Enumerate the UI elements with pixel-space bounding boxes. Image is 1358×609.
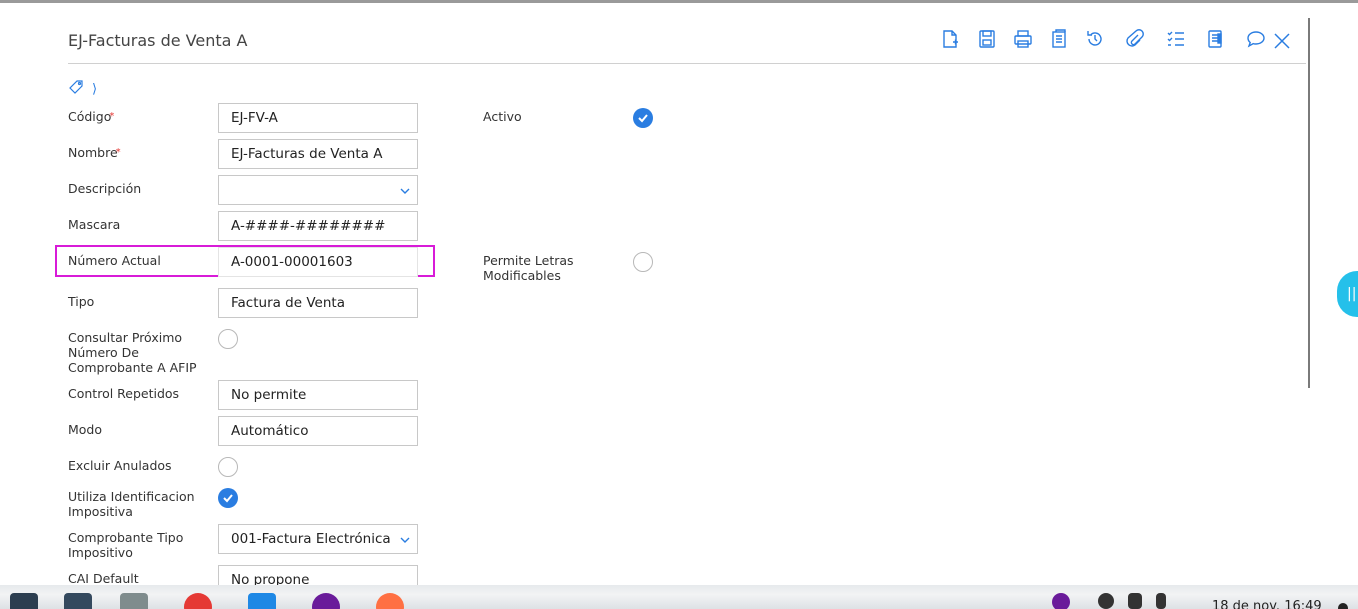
start-menu-icon[interactable]: [10, 593, 38, 609]
chevron-down-icon[interactable]: [399, 534, 411, 546]
new-document-icon[interactable]: [938, 27, 962, 51]
control-repetidos-label: Control Repetidos: [68, 386, 180, 401]
activo-label: Activo: [483, 109, 522, 124]
vertical-scrollbar[interactable]: [1308, 18, 1310, 388]
cai-default-label: CAI Default: [68, 571, 139, 585]
network-icon[interactable]: [1098, 593, 1114, 609]
cai-default-field[interactable]: No propone: [218, 565, 418, 585]
comprobante-tipo-label: Comprobante Tipo Impositivo: [68, 530, 184, 560]
comprobante-tipo-select[interactable]: 001-Factura Electrónica: [218, 524, 418, 554]
nombre-field[interactable]: EJ-Facturas de Venta A: [218, 139, 418, 169]
print-icon[interactable]: [1011, 27, 1035, 51]
chevron-down-icon[interactable]: [399, 185, 411, 197]
tray-app-icon[interactable]: [1052, 593, 1070, 609]
refresh-icon[interactable]: [1083, 27, 1107, 51]
codigo-label: Código*: [68, 109, 115, 124]
modo-field[interactable]: Automático: [218, 416, 418, 446]
clock[interactable]: 18 de nov. 16:49: [1212, 599, 1322, 609]
utiliza-identificacion-checkbox[interactable]: [218, 488, 238, 508]
permite-letras-label: Permite Letras Modificables: [483, 253, 574, 283]
save-icon[interactable]: [975, 27, 999, 51]
title-divider: [68, 63, 1306, 64]
nombre-label: Nombre*: [68, 145, 121, 160]
volume-icon[interactable]: [1128, 593, 1142, 609]
numero-actual-label: Número Actual: [68, 253, 161, 268]
files-icon[interactable]: [120, 593, 148, 609]
consultar-afip-label: Consultar Próximo Número De Comprobante …: [68, 330, 197, 375]
permite-letras-checkbox[interactable]: [633, 252, 653, 272]
close-icon[interactable]: [1270, 29, 1294, 53]
mascara-label: Mascara: [68, 217, 121, 232]
excluir-anulados-checkbox[interactable]: [218, 457, 238, 477]
tag-icon[interactable]: [68, 79, 84, 99]
firefox-dev-icon[interactable]: [312, 593, 340, 609]
codigo-field[interactable]: EJ-FV-A: [218, 103, 418, 133]
tipo-field[interactable]: Factura de Venta: [218, 288, 418, 318]
breadcrumb: ⟩: [68, 79, 97, 99]
activo-checkbox[interactable]: [633, 108, 653, 128]
modo-label: Modo: [68, 422, 103, 437]
check-icon: [638, 114, 648, 123]
chat-icon[interactable]: [1244, 27, 1268, 51]
control-repetidos-field[interactable]: No permite: [218, 380, 418, 410]
terminal-icon[interactable]: [64, 593, 92, 609]
chrome-icon[interactable]: [184, 593, 212, 609]
store-icon[interactable]: [248, 593, 276, 609]
consultar-afip-checkbox[interactable]: [218, 329, 238, 349]
record-window: EJ-Facturas de Venta A || ⟩ Código* EJ-F…: [0, 3, 1358, 585]
descripcion-label: Descripción: [68, 181, 142, 196]
utiliza-identificacion-label: Utiliza Identificacion Impositiva: [68, 489, 195, 519]
excluir-anulados-label: Excluir Anulados: [68, 458, 172, 473]
notification-icon[interactable]: [1338, 603, 1348, 609]
report-icon[interactable]: [1047, 27, 1071, 51]
mascara-field[interactable]: A-####-########: [218, 211, 418, 241]
check-icon: [223, 494, 233, 503]
numero-actual-field[interactable]: A-0001-00001603: [218, 247, 418, 277]
descripcion-select[interactable]: [218, 175, 418, 205]
attachment-icon[interactable]: [1122, 27, 1146, 51]
chevron-right-icon[interactable]: ⟩: [92, 82, 97, 97]
comprobante-tipo-value: 001-Factura Electrónica: [231, 531, 391, 547]
checklist-icon[interactable]: [1164, 27, 1188, 51]
taskbar: 18 de nov. 16:49: [0, 585, 1358, 609]
side-panel-toggle[interactable]: |||: [1337, 271, 1358, 317]
tipo-label: Tipo: [68, 294, 95, 309]
firefox-icon[interactable]: [376, 593, 404, 609]
battery-icon[interactable]: [1156, 593, 1166, 609]
export-icon[interactable]: [1203, 27, 1227, 51]
window-title: EJ-Facturas de Venta A: [68, 31, 248, 50]
